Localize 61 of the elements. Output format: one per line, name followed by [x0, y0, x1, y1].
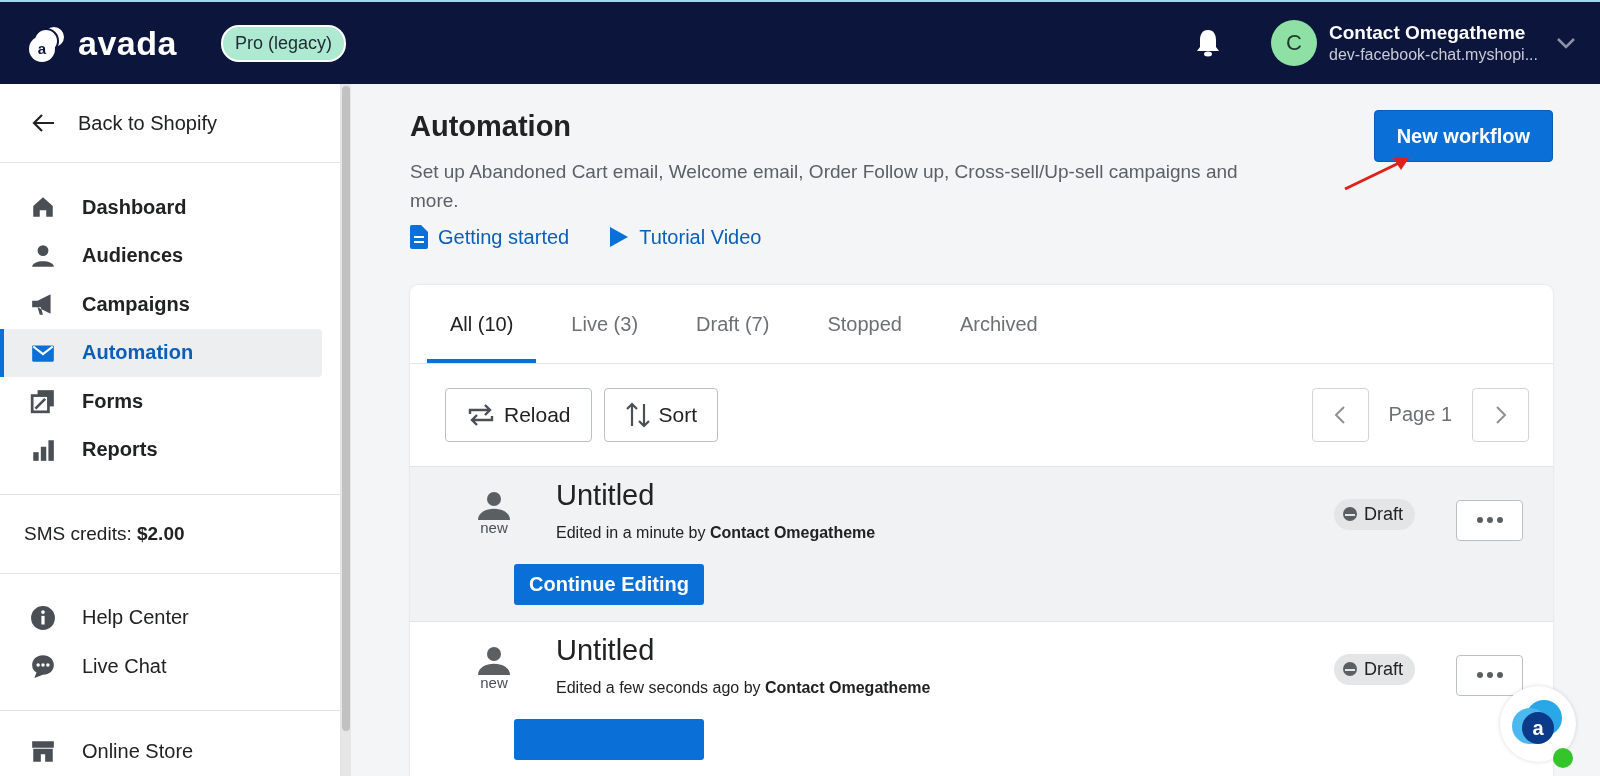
filter-tab[interactable]: Live (3) [548, 285, 662, 363]
chevron-left-icon [1334, 404, 1347, 425]
reload-button[interactable]: Reload [445, 387, 592, 442]
ellipsis-icon [1476, 672, 1503, 679]
sort-button[interactable]: Sort [603, 387, 719, 442]
filter-tab[interactable]: Draft (7) [673, 285, 793, 363]
page-title: Automation [410, 110, 573, 143]
more-actions-button[interactable] [1456, 654, 1523, 696]
getting-started-link[interactable]: Getting started [410, 225, 570, 249]
continue-editing-button[interactable]: Continue Editing [514, 563, 704, 605]
workflow-title: Untitled [556, 633, 656, 667]
workflow-meta: Edited in a minute by Contact Omegatheme [556, 523, 877, 542]
workflow-meta: Edited a few seconds ago by Contact Omegatheme [556, 678, 932, 697]
chevron-down-icon[interactable] [1556, 37, 1576, 49]
nav-item[interactable]: Forms [0, 377, 322, 425]
bell-icon[interactable] [1195, 28, 1221, 58]
play-icon [609, 226, 630, 248]
sort-icon [624, 400, 651, 429]
new-label: new [480, 520, 508, 535]
chat-bubble-icon [30, 653, 56, 679]
person-icon [475, 645, 513, 676]
status-badge: Draft [1334, 498, 1415, 530]
workflow-title: Untitled [556, 478, 656, 512]
plan-badge: Pro (legacy) [220, 24, 346, 62]
document-icon [410, 225, 428, 249]
back-link[interactable]: Back to Shopify [0, 84, 340, 162]
filter-tab[interactable]: Archived [936, 285, 1061, 363]
nav-item[interactable]: Dashboard [0, 183, 322, 231]
nav-icon [30, 242, 56, 269]
continue-editing-button[interactable] [514, 718, 704, 760]
brand-wordmark: avada [78, 23, 177, 63]
scrollbar-thumb[interactable] [342, 86, 350, 731]
sms-credits: SMS credits: $2.00 [23, 521, 186, 546]
page-description: Set up Abandoned Cart email, Welcome email, Order Follow up, Cross-sell/Up-sell campaigns and more. [410, 160, 1239, 213]
new-workflow-button[interactable]: New workflow [1373, 110, 1553, 162]
tutorial-video-link[interactable]: Tutorial Video [609, 225, 762, 249]
annotation-arrow [1343, 155, 1411, 191]
person-icon [475, 490, 513, 521]
user-avatar[interactable]: C [1271, 20, 1317, 66]
chevron-right-icon [1494, 404, 1507, 425]
nav-item[interactable]: Online Store [0, 727, 322, 775]
online-status-dot [1553, 748, 1573, 768]
new-label: new [480, 675, 508, 690]
filter-tab[interactable]: All (10) [427, 285, 537, 363]
nav-item[interactable]: Help Center [0, 593, 322, 642]
nav-item[interactable]: Live Chat [0, 642, 322, 690]
nav-item[interactable]: Reports [0, 425, 322, 474]
nav-icon [30, 388, 56, 414]
filter-tab[interactable]: Stopped [804, 285, 925, 363]
workflow-row[interactable]: new Untitled Edited in a minute by Contact Omegatheme Draft Continue Editing [410, 465, 1553, 621]
page-indicator: Page 1 [1387, 403, 1453, 427]
info-icon [30, 604, 56, 631]
more-actions-button[interactable] [1456, 499, 1523, 541]
nav-item[interactable]: Campaigns [0, 280, 322, 328]
ellipsis-icon [1476, 517, 1503, 524]
store-domain: dev-facebook-chat.myshopi... [1329, 46, 1538, 64]
status-badge: Draft [1334, 653, 1415, 685]
storefront-icon [30, 738, 56, 764]
nav-item[interactable]: Audiences [0, 231, 322, 280]
nav-item[interactable]: Automation [0, 328, 322, 377]
account-name: Contact Omegatheme [1329, 22, 1527, 44]
